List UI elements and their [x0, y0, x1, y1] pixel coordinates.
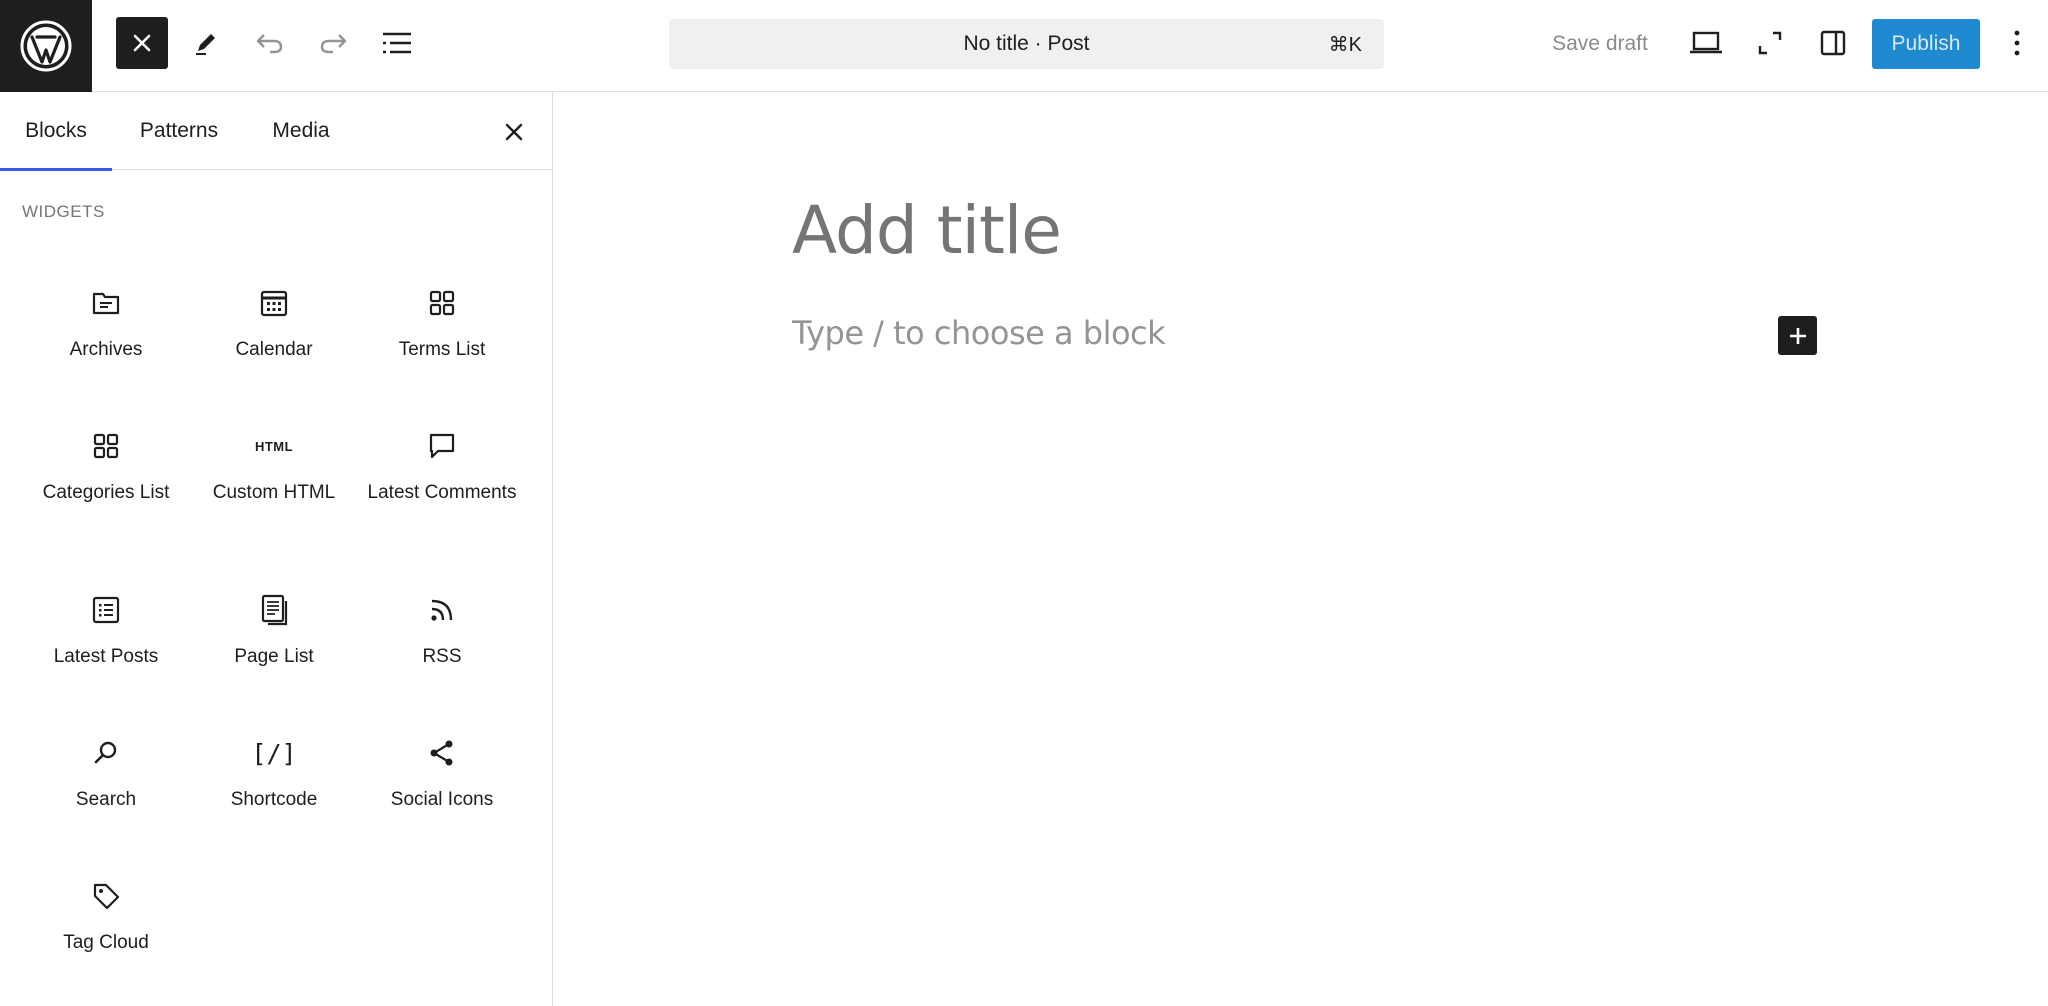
- save-draft-button[interactable]: Save draft: [1534, 19, 1666, 69]
- close-icon: [133, 34, 151, 52]
- redo-icon: [320, 34, 347, 54]
- block-label: Shortcode: [230, 789, 318, 810]
- keyboard-shortcut: ⌘K: [1328, 34, 1362, 56]
- tab-media[interactable]: Media: [256, 92, 346, 170]
- block-terms-list[interactable]: Terms List: [358, 280, 526, 410]
- wordpress-icon: [20, 20, 72, 72]
- list-view-icon: [383, 32, 411, 54]
- close-panel-button[interactable]: [488, 106, 540, 158]
- block-inserter-panel: Blocks Patterns Media WIDGETS Archives C…: [0, 92, 553, 1006]
- document-title: No title · Post: [963, 32, 1090, 55]
- pencil-icon: [196, 34, 215, 55]
- default-block-appender[interactable]: Type / to choose a block: [792, 314, 1166, 352]
- block-label: Social Icons: [390, 789, 494, 810]
- block-label: Categories List: [42, 482, 170, 503]
- block-label: Page List: [234, 646, 314, 667]
- post-list-icon: [92, 596, 120, 624]
- more-vertical-icon: [2014, 30, 2020, 56]
- block-label: Custom HTML: [212, 482, 336, 503]
- block-latest-posts[interactable]: Latest Posts: [22, 587, 190, 717]
- block-custom-html[interactable]: HTML Custom HTML: [190, 423, 358, 553]
- close-inserter-button[interactable]: [116, 17, 168, 69]
- shortcode-icon: [/]: [251, 738, 297, 768]
- inserter-tabs: Blocks Patterns Media: [0, 92, 552, 171]
- tab-patterns[interactable]: Patterns: [124, 92, 234, 170]
- block-label: Archives: [69, 339, 143, 360]
- search-icon: [94, 741, 117, 764]
- tab-label: Blocks: [25, 119, 87, 142]
- redo-button[interactable]: [307, 17, 359, 69]
- block-label: Latest Posts: [53, 646, 159, 667]
- pages-icon: [261, 594, 288, 626]
- comment-icon: [429, 433, 455, 459]
- grid-icon: [429, 290, 455, 316]
- fullscreen-icon: [1758, 31, 1782, 55]
- tab-blocks[interactable]: Blocks: [0, 92, 112, 171]
- section-heading: WIDGETS: [22, 202, 105, 221]
- block-shortcode[interactable]: [/] Shortcode: [190, 730, 358, 860]
- post-title-input[interactable]: Add title: [792, 192, 1062, 269]
- fullscreen-button[interactable]: [1744, 17, 1796, 69]
- block-archives[interactable]: Archives: [22, 280, 190, 410]
- block-search[interactable]: Search: [22, 730, 190, 860]
- block-label: Tag Cloud: [63, 932, 149, 953]
- block-categories-list[interactable]: Categories List: [22, 423, 190, 553]
- block-label: Latest Comments: [367, 482, 517, 503]
- block-label: Terms List: [398, 339, 486, 360]
- html-icon: HTML: [254, 438, 294, 454]
- sidebar-icon: [1820, 30, 1846, 56]
- block-social-icons[interactable]: Social Icons: [358, 730, 526, 860]
- options-button[interactable]: [1992, 17, 2042, 69]
- tab-label: Media: [272, 119, 330, 142]
- add-block-button[interactable]: [1778, 316, 1817, 355]
- publish-button[interactable]: Publish: [1872, 19, 1980, 69]
- block-tag-cloud[interactable]: Tag Cloud: [22, 873, 190, 1003]
- tools-button[interactable]: [180, 17, 232, 69]
- block-calendar[interactable]: Calendar: [190, 280, 358, 410]
- plus-icon: [1789, 327, 1806, 344]
- wordpress-logo-button[interactable]: [0, 0, 92, 92]
- editor-canvas: Add title Type / to choose a block: [554, 92, 2048, 1006]
- block-label: Calendar: [235, 339, 313, 360]
- settings-sidebar-button[interactable]: [1807, 17, 1859, 69]
- command-palette-bar[interactable]: No title · Post ⌘K: [669, 19, 1384, 69]
- archive-folder-icon: [92, 292, 120, 315]
- undo-button[interactable]: [244, 17, 296, 69]
- desktop-icon: [1690, 31, 1722, 54]
- block-latest-comments[interactable]: Latest Comments: [358, 423, 526, 553]
- block-label: RSS: [422, 646, 462, 667]
- rss-icon: [431, 599, 453, 621]
- editor-header: No title · Post ⌘K Save draft Publish: [0, 0, 2048, 92]
- block-page-list[interactable]: Page List: [190, 587, 358, 717]
- undo-icon: [256, 34, 283, 54]
- tag-icon: [93, 883, 120, 910]
- preview-button[interactable]: [1680, 17, 1732, 69]
- tab-label: Patterns: [139, 119, 219, 142]
- calendar-icon: [260, 290, 288, 317]
- block-rss[interactable]: RSS: [358, 587, 526, 717]
- document-overview-button[interactable]: [371, 17, 423, 69]
- block-label: Search: [75, 789, 137, 810]
- close-icon: [505, 123, 523, 141]
- grid-icon: [93, 433, 119, 459]
- share-icon: [430, 740, 453, 766]
